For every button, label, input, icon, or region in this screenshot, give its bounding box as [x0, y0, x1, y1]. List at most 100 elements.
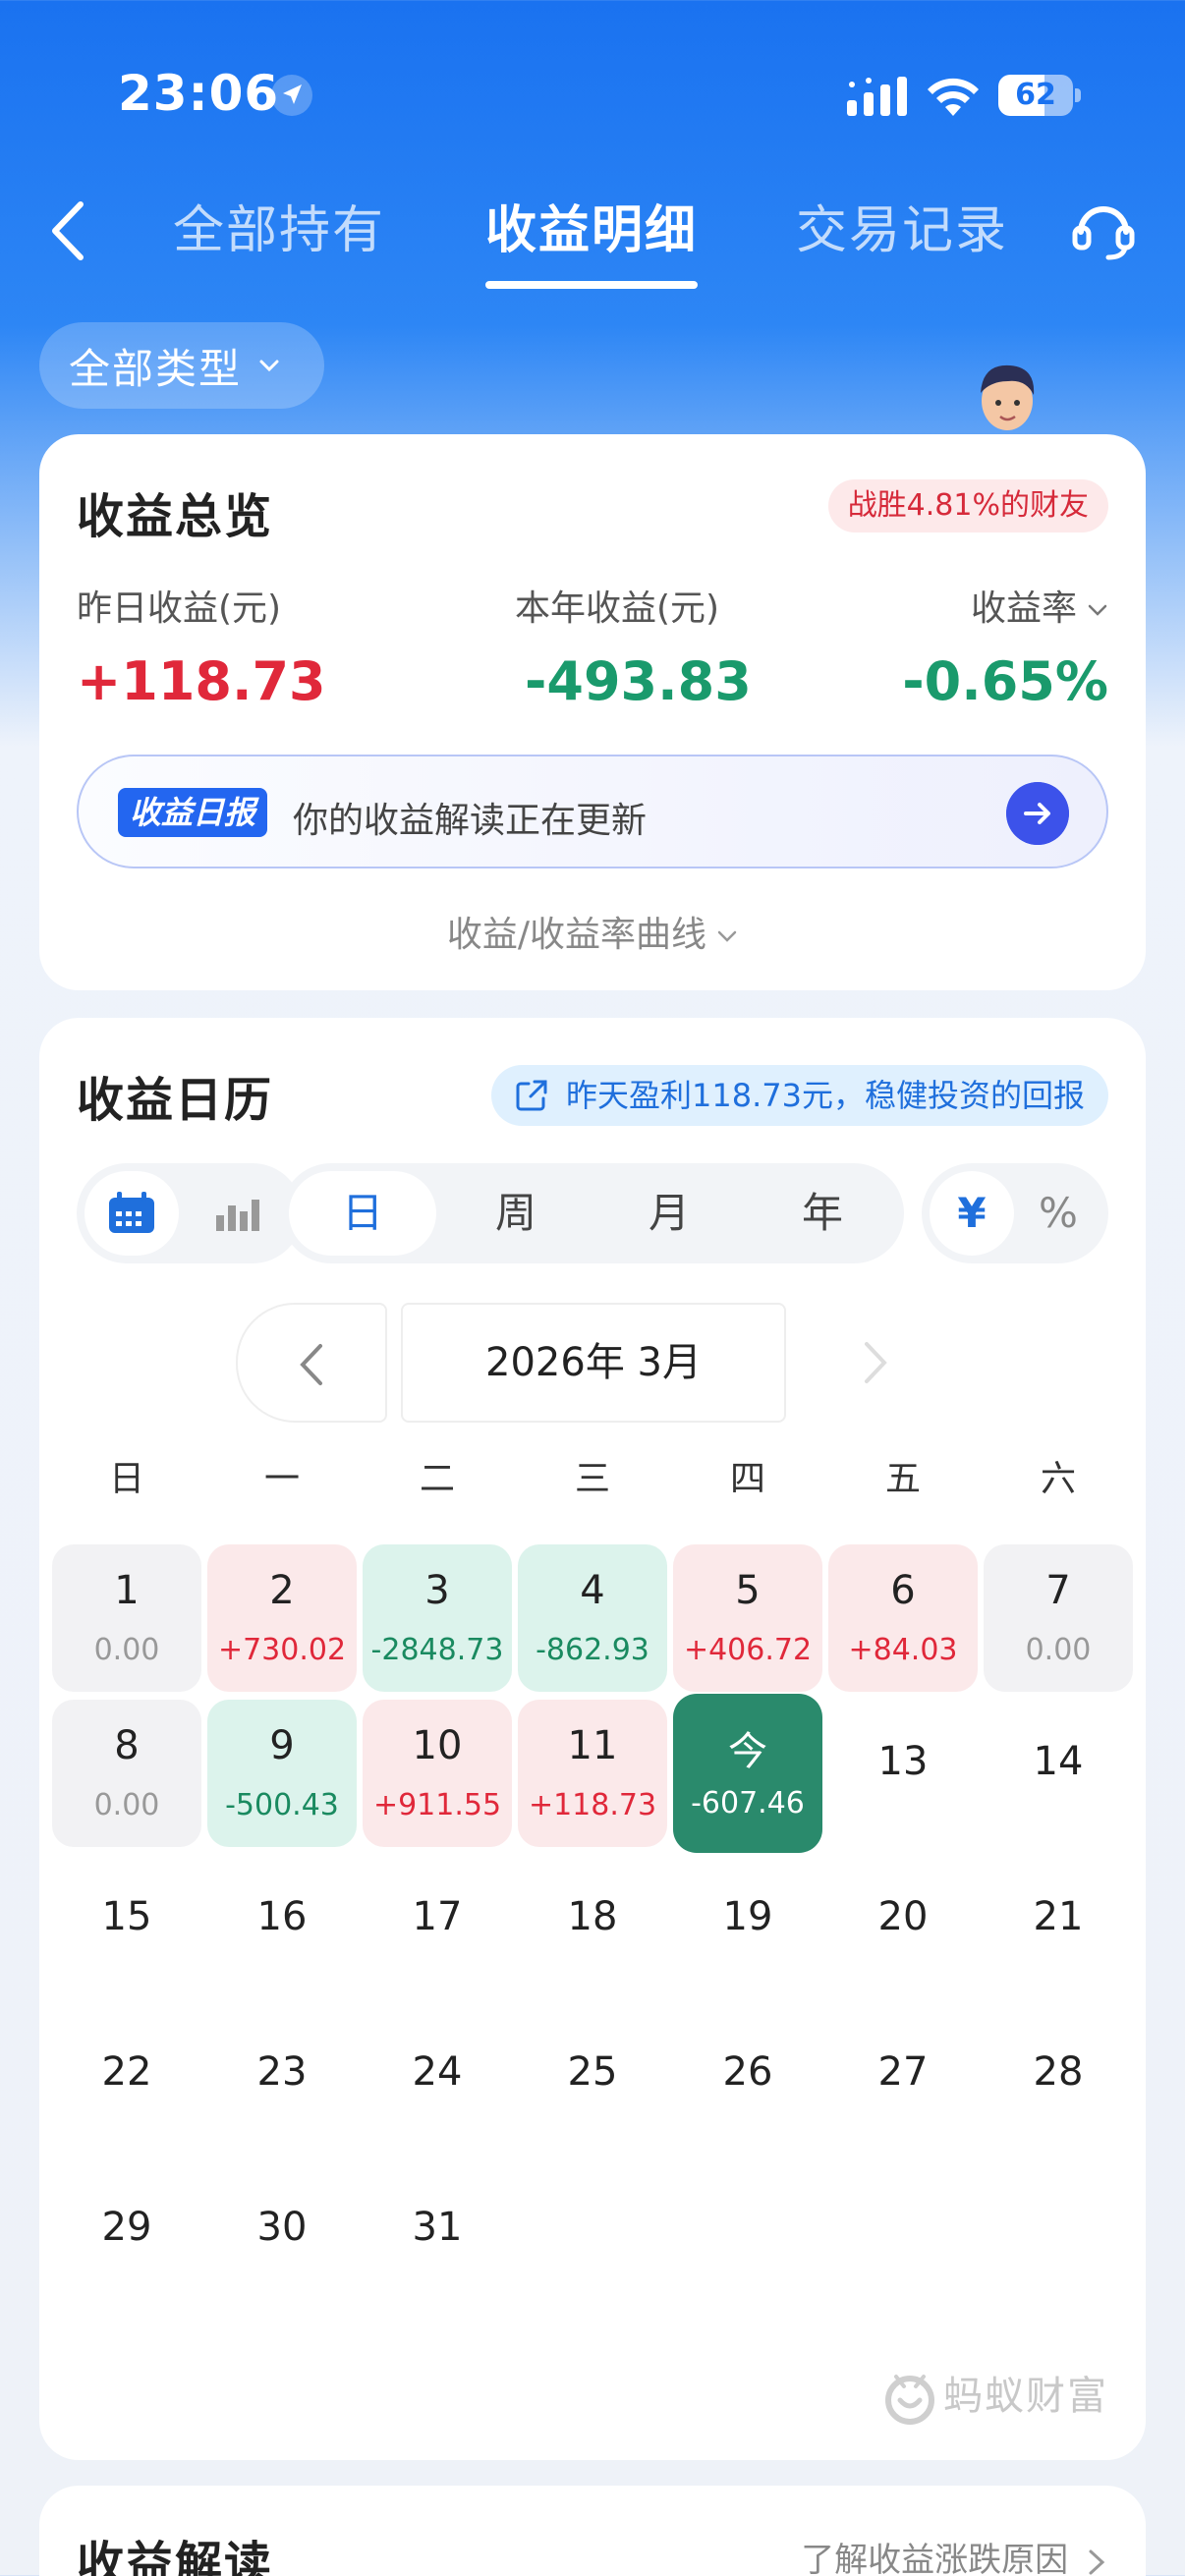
calendar-view-button[interactable]: [85, 1171, 179, 1256]
watermark-text: 蚂蚁财富: [943, 2374, 1108, 2419]
chevron-down-icon: [1088, 604, 1107, 616]
day-number: 今: [728, 1729, 767, 1774]
unit-selector: ¥ %: [922, 1163, 1108, 1263]
calendar-day[interactable]: 16: [207, 1855, 357, 2002]
view-mode-toggle: [77, 1163, 303, 1263]
calendar-day[interactable]: 6 +84.03: [828, 1544, 978, 1692]
calendar-day-today[interactable]: 今 -607.46: [673, 1694, 822, 1853]
status-bar: 23:06 62: [0, 0, 1185, 187]
earnings-interpretation-card: 收益解读 了解收益涨跌原因: [39, 2486, 1146, 2576]
year-earnings-value: -493.83: [525, 650, 752, 712]
day-earnings: +911.55: [372, 1788, 502, 1822]
chevron-down-icon: [717, 930, 737, 942]
day-number: 4: [580, 1568, 605, 1613]
weekday-header: 三: [574, 1459, 610, 1499]
day-number: 7: [1045, 1568, 1071, 1613]
arrow-right-icon[interactable]: [1006, 782, 1069, 845]
calendar-day[interactable]: 7 0.00: [984, 1544, 1133, 1692]
day-number: 31: [412, 2205, 463, 2250]
day-number: 13: [877, 1739, 929, 1784]
day-number: 23: [256, 2049, 308, 2095]
day-earnings: +406.72: [683, 1633, 813, 1667]
status-time: 23:06: [118, 65, 280, 122]
location-arrow-icon: [271, 75, 312, 116]
weekday-header: 一: [263, 1459, 300, 1499]
calendar-day[interactable]: 1 0.00: [52, 1544, 201, 1692]
earnings-reason-link[interactable]: 了解收益涨跌原因: [801, 2533, 1106, 2576]
calendar-day[interactable]: 18: [518, 1855, 667, 2002]
type-filter-label: 全部类型: [69, 344, 243, 393]
calendar-day[interactable]: 27: [828, 2010, 978, 2157]
day-number: 21: [1033, 1894, 1084, 1939]
calendar-day[interactable]: 17: [363, 1855, 512, 2002]
calendar-day[interactable]: 3 -2848.73: [363, 1544, 512, 1692]
period-year[interactable]: 年: [749, 1171, 896, 1256]
calendar-day[interactable]: 29: [52, 2165, 201, 2313]
calendar-day[interactable]: 4 -862.93: [518, 1544, 667, 1692]
calendar-day[interactable]: 20: [828, 1855, 978, 2002]
type-filter-dropdown[interactable]: 全部类型: [39, 322, 324, 409]
calendar-day[interactable]: 19: [673, 1855, 822, 2002]
unit-percent[interactable]: %: [1016, 1171, 1100, 1256]
year-earnings-label: 本年收益(元): [515, 588, 720, 629]
period-month[interactable]: 月: [595, 1171, 743, 1256]
day-number: 1: [114, 1568, 140, 1613]
chevron-left-icon: [300, 1344, 322, 1385]
customer-service-icon[interactable]: [1069, 195, 1138, 263]
day-number: 2: [269, 1568, 295, 1613]
calendar-day[interactable]: 13: [828, 1700, 978, 1847]
day-number: 22: [101, 2049, 152, 2095]
calendar-day[interactable]: 10 +911.55: [363, 1700, 512, 1847]
chart-view-button[interactable]: [189, 1171, 287, 1256]
calendar-day[interactable]: 26: [673, 2010, 822, 2157]
calendar-day[interactable]: 8 0.00: [52, 1700, 201, 1847]
cellular-signal-icon: [847, 77, 907, 116]
calendar-day[interactable]: 15: [52, 1855, 201, 2002]
tab-transactions[interactable]: 交易记录: [796, 189, 1008, 262]
day-number: 19: [722, 1894, 773, 1939]
previous-month-button[interactable]: [236, 1303, 387, 1423]
calendar-day[interactable]: 11 +118.73: [518, 1700, 667, 1847]
period-day[interactable]: 日: [289, 1171, 436, 1256]
day-number: 17: [412, 1894, 463, 1939]
calendar-day[interactable]: 14: [984, 1700, 1133, 1847]
calendar-day[interactable]: 31: [363, 2165, 512, 2313]
tab-earnings-detail[interactable]: 收益明细: [485, 189, 698, 262]
day-number: 16: [256, 1894, 308, 1939]
daily-report-banner[interactable]: 收益日报 你的收益解读正在更新: [77, 755, 1108, 868]
calendar-day[interactable]: 28: [984, 2010, 1133, 2157]
tab-all-holdings[interactable]: 全部持有: [173, 189, 385, 262]
period-week[interactable]: 周: [442, 1171, 590, 1256]
day-number: 20: [877, 1894, 929, 1939]
earnings-reason-label: 了解收益涨跌原因: [801, 2541, 1069, 2576]
calendar-day[interactable]: 9 -500.43: [207, 1700, 357, 1847]
calendar-day[interactable]: 25: [518, 2010, 667, 2157]
next-month-button[interactable]: [800, 1303, 951, 1423]
bar-chart-icon: [216, 1200, 259, 1231]
unit-yuan[interactable]: ¥: [930, 1171, 1014, 1256]
day-earnings: -862.93: [536, 1633, 649, 1667]
calendar-hint-banner[interactable]: 昨天盈利118.73元，稳健投资的回报: [491, 1065, 1108, 1126]
day-number: 10: [412, 1723, 463, 1768]
calendar-day[interactable]: 21: [984, 1855, 1133, 2002]
calendar-day[interactable]: 5 +406.72: [673, 1544, 822, 1692]
overview-title: 收益总览: [77, 489, 274, 544]
calendar-day[interactable]: 23: [207, 2010, 357, 2157]
return-rate-selector[interactable]: 收益率: [971, 580, 1108, 631]
calendar-day[interactable]: 22: [52, 2010, 201, 2157]
calendar-day[interactable]: 30: [207, 2165, 357, 2313]
return-rate-label: 收益率: [970, 588, 1077, 629]
calendar-day[interactable]: 2 +730.02: [207, 1544, 357, 1692]
back-chevron-icon[interactable]: [47, 198, 86, 263]
ant-fortune-logo-icon: [885, 2375, 934, 2425]
earnings-curve-label: 收益/收益率曲线: [446, 915, 707, 955]
day-number: 26: [722, 2049, 773, 2095]
calendar-day[interactable]: 24: [363, 2010, 512, 2157]
weekday-header: 六: [1040, 1459, 1076, 1499]
calendar-hint-text: 昨天盈利118.73元，稳健投资的回报: [566, 1077, 1085, 1114]
earnings-curve-toggle[interactable]: 收益/收益率曲线: [39, 906, 1146, 957]
day-number: 15: [101, 1894, 152, 1939]
weekday-header: 日: [108, 1459, 144, 1499]
battery-indicator: 62: [998, 75, 1081, 118]
chevron-down-icon: [259, 360, 279, 372]
